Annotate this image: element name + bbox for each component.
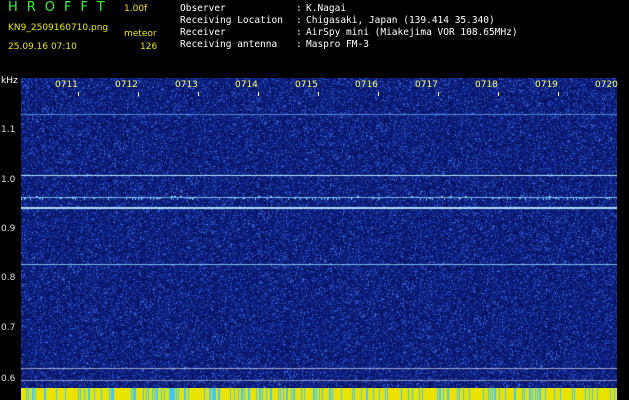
mode-label: meteor	[124, 29, 157, 39]
x-tick-mark	[258, 92, 259, 96]
info-separator: :	[296, 15, 302, 26]
x-tick-mark	[138, 92, 139, 96]
app-title: HROFFT	[8, 0, 114, 15]
x-tick-label: 0720	[595, 80, 618, 90]
x-tick-label: 0717	[415, 80, 438, 90]
x-tick-mark	[438, 92, 439, 96]
info-value-location: Chigasaki, Japan (139.414 35.340)	[306, 15, 495, 26]
x-tick-label: 0718	[475, 80, 498, 90]
x-tick-mark	[378, 92, 379, 96]
x-tick-mark	[318, 92, 319, 96]
x-tick-mark	[198, 92, 199, 96]
info-value-receiver: AirSpy mini (Miakejima VOR 108.65MHz)	[306, 27, 518, 38]
y-tick-label: 0.6	[1, 374, 16, 384]
info-label-location: Receiving Location	[180, 15, 283, 26]
x-tick-label: 0715	[295, 80, 318, 90]
filename-label: KN9_2509160710.png	[8, 23, 109, 33]
info-separator: :	[296, 27, 302, 38]
info-separator: :	[296, 3, 302, 14]
y-tick-label: 1.0	[1, 175, 16, 185]
x-tick-mark	[498, 92, 499, 96]
x-tick-label: 0716	[355, 80, 378, 90]
version-label: 1.00f	[124, 4, 148, 14]
x-tick-label: 0713	[175, 80, 198, 90]
info-value-antenna: Maspro FM-3	[306, 39, 369, 50]
y-tick-label: 0.7	[1, 323, 16, 333]
datetime-label: 25.09.16 07:10	[8, 42, 77, 52]
info-value-observer: K.Nagai	[306, 3, 347, 14]
count-label: 126	[140, 42, 158, 52]
y-tick-label: 0.9	[1, 224, 16, 234]
y-axis-unit: kHz	[1, 76, 18, 86]
info-separator: :	[296, 39, 302, 50]
spectrogram-canvas	[21, 78, 617, 388]
signal-level-strip	[21, 388, 617, 400]
header-panel: HROFFT 1.00f KN9_2509160710.png meteor 2…	[0, 0, 629, 78]
x-tick-label: 0712	[115, 80, 138, 90]
y-tick-label: 1.1	[1, 125, 16, 135]
spectrogram	[21, 78, 617, 388]
x-tick-mark	[558, 92, 559, 96]
info-label-observer: Observer	[180, 3, 226, 14]
x-tick-mark	[78, 92, 79, 96]
x-tick-label: 0719	[535, 80, 558, 90]
y-tick-label: 0.8	[1, 273, 16, 283]
x-tick-label: 0714	[235, 80, 258, 90]
x-tick-label: 0711	[55, 80, 78, 90]
info-label-receiver: Receiver	[180, 27, 226, 38]
info-label-antenna: Receiving antenna	[180, 39, 278, 50]
